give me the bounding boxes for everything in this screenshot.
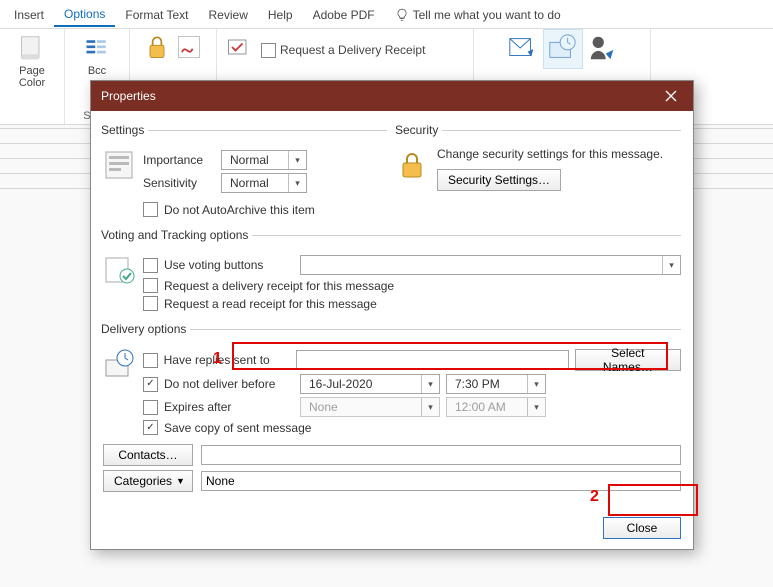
bcc-label: Bcc — [88, 65, 106, 77]
security-settings-button[interactable]: Security Settings… — [437, 169, 561, 191]
security-settings-label: Security Settings… — [448, 173, 550, 187]
deliver-time-value: 7:30 PM — [451, 377, 500, 391]
bcc-button[interactable]: Bcc — [79, 33, 115, 79]
close-icon — [665, 90, 677, 102]
contacts-input[interactable] — [201, 445, 681, 465]
deliver-date-value: 16-Jul-2020 — [305, 377, 372, 391]
chevron-down-icon: ▾ — [288, 151, 306, 169]
section-security: Security Change security settings for th… — [397, 123, 681, 220]
have-replies-checkbox[interactable] — [143, 353, 158, 368]
request-read-checkbox[interactable] — [143, 296, 158, 311]
expires-after-label: Expires after — [164, 400, 294, 414]
have-replies-label: Have replies sent to — [164, 353, 290, 367]
use-voting-checkbox[interactable] — [143, 258, 158, 273]
deliver-time-dropdown[interactable]: 7:30 PM ▾ — [446, 374, 546, 394]
save-copy-label: Save copy of sent message — [164, 421, 311, 435]
section-settings-label: Settings — [101, 123, 148, 137]
have-replies-input[interactable] — [296, 350, 569, 370]
section-delivery-label: Delivery options — [101, 322, 190, 336]
tell-me-label: Tell me what you want to do — [413, 8, 561, 22]
sensitivity-dropdown[interactable]: Normal ▾ — [221, 173, 307, 193]
categories-label: Categories — [114, 474, 172, 488]
lightbulb-icon — [395, 8, 409, 22]
lock-icon[interactable] — [143, 33, 171, 61]
save-sent-icon[interactable] — [507, 33, 537, 63]
close-label: Close — [627, 521, 658, 535]
tab-format-text[interactable]: Format Text — [115, 2, 198, 26]
tab-adobe-pdf[interactable]: Adobe PDF — [303, 2, 385, 26]
tab-insert[interactable]: Insert — [4, 2, 54, 26]
chevron-down-icon: ▾ — [421, 398, 439, 416]
dont-autoarchive-checkbox[interactable] — [143, 202, 158, 217]
dialog-titlebar[interactable]: Properties — [91, 81, 693, 111]
chevron-down-icon: ▾ — [527, 398, 545, 416]
signature-icon[interactable] — [175, 33, 203, 61]
contacts-label: Contacts… — [118, 448, 177, 462]
expires-after-checkbox[interactable] — [143, 400, 158, 415]
expires-date-value: None — [305, 400, 338, 414]
page-color-button[interactable]: Page Color — [8, 33, 56, 91]
section-voting: Voting and Tracking options Use voting b… — [103, 228, 681, 314]
select-names-button[interactable]: Select Names… — [575, 349, 681, 371]
categories-input[interactable] — [201, 471, 681, 491]
security-text: Change security settings for this messag… — [437, 147, 663, 161]
tab-review[interactable]: Review — [199, 2, 258, 26]
ribbon-tabs: Insert Options Format Text Review Help A… — [0, 0, 773, 29]
importance-value: Normal — [226, 153, 269, 167]
caret-down-icon: ▼ — [176, 476, 185, 486]
save-copy-checkbox[interactable]: ✓ — [143, 420, 158, 435]
direct-replies-icon[interactable] — [587, 33, 617, 63]
dont-autoarchive-label: Do not AutoArchive this item — [164, 203, 315, 217]
close-button[interactable]: Close — [603, 517, 681, 539]
section-delivery: Delivery options Have replies sent to — [103, 322, 681, 495]
sensitivity-value: Normal — [226, 176, 269, 190]
bcc-icon — [83, 35, 111, 63]
section-voting-label: Voting and Tracking options — [101, 228, 252, 242]
importance-dropdown[interactable]: Normal ▾ — [221, 150, 307, 170]
use-voting-label: Use voting buttons — [164, 258, 294, 272]
chevron-down-icon: ▾ — [288, 174, 306, 192]
page-color-icon — [18, 35, 46, 63]
dialog-title: Properties — [101, 89, 156, 103]
expires-date-dropdown[interactable]: None ▾ — [300, 397, 440, 417]
request-delivery-receipt-checkbox[interactable] — [261, 43, 276, 58]
dialog-close-x[interactable] — [648, 81, 693, 111]
delivery-icon — [103, 348, 135, 380]
chevron-down-icon: ▾ — [527, 375, 545, 393]
expires-time-value: 12:00 AM — [451, 400, 506, 414]
delay-delivery-icon[interactable] — [547, 33, 577, 63]
settings-icon — [103, 149, 135, 181]
do-not-deliver-checkbox[interactable]: ✓ — [143, 377, 158, 392]
voting-icon — [103, 254, 135, 286]
tab-options[interactable]: Options — [54, 1, 115, 27]
section-security-label: Security — [395, 123, 442, 137]
select-names-label: Select Names… — [586, 346, 670, 374]
expires-time-dropdown[interactable]: 12:00 AM ▾ — [446, 397, 546, 417]
section-settings: Settings Importance Norm — [103, 123, 387, 220]
contacts-button[interactable]: Contacts… — [103, 444, 193, 466]
voting-buttons-dropdown[interactable]: ▾ — [300, 255, 681, 275]
deliver-date-dropdown[interactable]: 16-Jul-2020 ▾ — [300, 374, 440, 394]
security-lock-icon — [397, 149, 429, 181]
chevron-down-icon: ▾ — [421, 375, 439, 393]
properties-dialog: Properties Settings — [90, 80, 694, 550]
request-delivery-receipt-label: Request a Delivery Receipt — [280, 43, 425, 57]
categories-button[interactable]: Categories ▼ — [103, 470, 193, 492]
sensitivity-label: Sensitivity — [143, 176, 213, 190]
do-not-deliver-label: Do not deliver before — [164, 377, 294, 391]
chevron-down-icon: ▾ — [662, 256, 680, 274]
request-delivery-label: Request a delivery receipt for this mess… — [164, 279, 394, 293]
tab-help[interactable]: Help — [258, 2, 303, 26]
request-read-label: Request a read receipt for this message — [164, 297, 377, 311]
request-delivery-checkbox[interactable] — [143, 278, 158, 293]
voting-ribbon-icon[interactable] — [225, 33, 253, 61]
tell-me[interactable]: Tell me what you want to do — [385, 2, 571, 27]
page-color-label: Page Color — [12, 65, 52, 89]
importance-label: Importance — [143, 153, 213, 167]
